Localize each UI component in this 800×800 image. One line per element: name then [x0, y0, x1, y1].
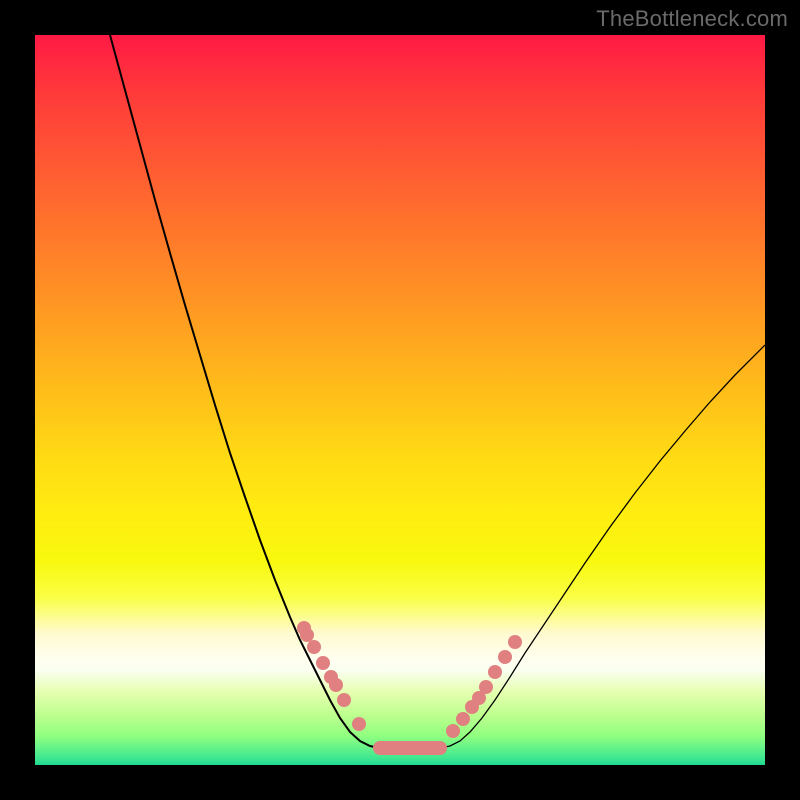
- data-point: [352, 717, 366, 731]
- data-point: [316, 656, 330, 670]
- data-point: [307, 640, 321, 654]
- data-point: [498, 650, 512, 664]
- data-point: [300, 628, 314, 642]
- data-point: [446, 724, 460, 738]
- data-point: [479, 680, 493, 694]
- dots-right-group: [446, 635, 522, 738]
- chart-svg: [35, 35, 765, 765]
- watermark-text: TheBottleneck.com: [596, 6, 788, 32]
- figure-container: TheBottleneck.com: [0, 0, 800, 800]
- plot-area: [35, 35, 765, 765]
- left-curve: [110, 35, 380, 748]
- data-point: [488, 665, 502, 679]
- data-point: [337, 693, 351, 707]
- data-point: [456, 712, 470, 726]
- data-point: [329, 678, 343, 692]
- dots-left-group: [297, 621, 366, 731]
- data-point: [508, 635, 522, 649]
